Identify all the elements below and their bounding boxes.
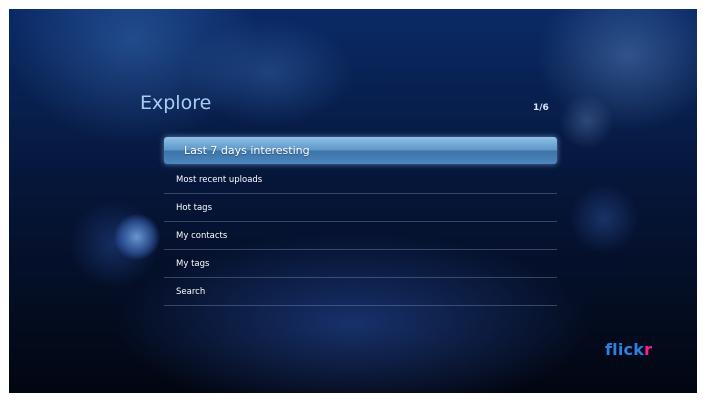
- menu-item-last-7-days-interesting[interactable]: Last 7 days interesting: [164, 137, 557, 164]
- explore-menu: Last 7 days interesting Most recent uplo…: [164, 137, 557, 306]
- menu-item-hot-tags[interactable]: Hot tags: [164, 194, 557, 222]
- logo-part-pink: r: [644, 340, 653, 359]
- bokeh-light: [69, 199, 159, 289]
- bokeh-light: [569, 184, 639, 254]
- screen: Explore 1/6 Last 7 days interesting Most…: [9, 9, 697, 393]
- page-title: Explore: [140, 92, 212, 114]
- menu-item-my-contacts[interactable]: My contacts: [164, 222, 557, 250]
- menu-item-most-recent-uploads[interactable]: Most recent uploads: [164, 166, 557, 194]
- bokeh-light: [114, 214, 160, 260]
- flickr-logo: flickr: [605, 340, 652, 359]
- logo-part-blue: flick: [605, 340, 645, 359]
- menu-item-my-tags[interactable]: My tags: [164, 250, 557, 278]
- menu-item-search[interactable]: Search: [164, 278, 557, 306]
- bokeh-light: [559, 94, 614, 149]
- page-indicator: 1/6: [533, 103, 549, 113]
